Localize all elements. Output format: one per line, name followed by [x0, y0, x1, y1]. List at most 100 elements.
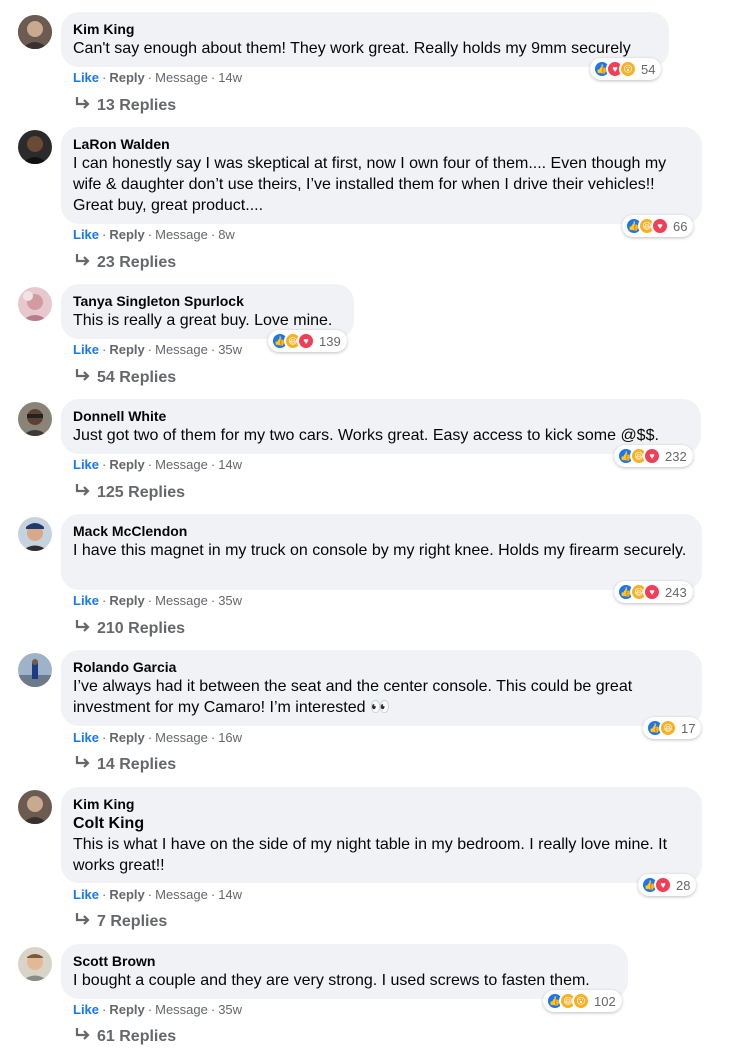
reply-arrow-icon [75, 96, 91, 116]
haha-reaction-icon: 😆 [659, 719, 677, 737]
avatar[interactable] [18, 130, 52, 164]
message-button[interactable]: Message [155, 730, 208, 745]
reply-button[interactable]: Reply [109, 887, 144, 902]
wow-reaction-icon: 😮 [619, 60, 637, 78]
reactions-summary[interactable]: 👍 ♥ 😮 54 [590, 58, 662, 80]
reply-button[interactable]: Reply [109, 1002, 144, 1017]
comment-actions: Like · Reply · Message · 14w [73, 70, 243, 85]
comment-actions: Like · Reply · Message · 16w [73, 730, 243, 745]
wow-reaction-icon: 😮 [572, 992, 590, 1010]
message-button[interactable]: Message [155, 593, 208, 608]
comment-text: I can honestly say I was skeptical at fi… [73, 155, 667, 214]
comment-time[interactable]: 35w [218, 593, 242, 608]
comment-time[interactable]: 35w [218, 1002, 242, 1017]
reactions-summary[interactable]: 👍 😆 ♥ 243 [614, 581, 693, 603]
comment-author[interactable]: LaRon Walden [73, 135, 690, 153]
comment-text: I bought a couple and they are very stro… [73, 972, 590, 989]
comment-actions: Like · Reply · Message · 8w [73, 227, 235, 242]
reply-arrow-icon [75, 483, 91, 503]
like-button[interactable]: Like [73, 457, 99, 472]
message-button[interactable]: Message [155, 342, 208, 357]
comment-actions: Like · Reply · Message · 35w [73, 342, 243, 357]
reply-button[interactable]: Reply [109, 70, 144, 85]
comment-time[interactable]: 16w [218, 730, 242, 745]
comment-time[interactable]: 14w [218, 457, 242, 472]
like-button[interactable]: Like [73, 1002, 99, 1017]
reactions-summary[interactable]: 👍 ♥ 28 [638, 874, 697, 896]
like-button[interactable]: Like [73, 227, 99, 242]
message-button[interactable]: Message [155, 227, 208, 242]
reactions-summary[interactable]: 👍 😆 😮 102 [543, 990, 622, 1012]
avatar[interactable] [18, 517, 52, 551]
view-replies-link[interactable]: 125 Replies [75, 483, 185, 503]
avatar[interactable] [18, 790, 52, 824]
comment-bubble: Scott Brown I bought a couple and they a… [61, 944, 628, 999]
reply-button[interactable]: Reply [109, 730, 144, 745]
view-replies-link[interactable]: 23 Replies [75, 253, 176, 273]
avatar[interactable] [18, 287, 52, 321]
reaction-count: 28 [676, 877, 691, 893]
avatar[interactable] [18, 15, 52, 49]
avatar[interactable] [18, 402, 52, 436]
reply-arrow-icon [75, 912, 91, 932]
reaction-count: 139 [319, 333, 341, 349]
tagged-user[interactable]: Colt King [73, 813, 690, 834]
comment-time[interactable]: 14w [218, 70, 242, 85]
comment-time[interactable]: 35w [218, 342, 242, 357]
comment-text: This is really a great buy. Love mine. [73, 312, 333, 329]
comment-bubble: Mack McClendon I have this magnet in my … [61, 514, 702, 590]
like-button[interactable]: Like [73, 730, 99, 745]
comment-actions: Like · Reply · Message · 14w [73, 457, 243, 472]
view-replies-link[interactable]: 13 Replies [75, 96, 176, 116]
reactions-summary[interactable]: 👍 😆 ♥ 232 [614, 445, 693, 467]
reply-button[interactable]: Reply [109, 593, 144, 608]
comment-bubble: Kim King Can't say enough about them! Th… [61, 12, 669, 67]
comment-text: I’ve always had it between the seat and … [73, 678, 633, 716]
reactions-summary[interactable]: 👍 😆 ♥ 66 [622, 215, 694, 237]
reply-button[interactable]: Reply [109, 457, 144, 472]
like-button[interactable]: Like [73, 342, 99, 357]
reactions-summary[interactable]: 👍 😆 ♥ 139 [268, 330, 347, 352]
like-button[interactable]: Like [73, 593, 99, 608]
reply-arrow-icon [75, 755, 91, 775]
view-replies-link[interactable]: 14 Replies [75, 755, 176, 775]
comment-time[interactable]: 8w [218, 227, 235, 242]
avatar[interactable] [18, 653, 52, 687]
comment-author[interactable]: Scott Brown [73, 952, 616, 970]
reaction-count: 66 [673, 218, 688, 234]
comment-time[interactable]: 14w [218, 887, 242, 902]
reply-button[interactable]: Reply [109, 227, 144, 242]
comment-bubble: Donnell White Just got two of them for m… [61, 399, 701, 454]
message-button[interactable]: Message [155, 457, 208, 472]
comment-author[interactable]: Kim King [73, 20, 657, 38]
message-button[interactable]: Message [155, 1002, 208, 1017]
love-reaction-icon: ♥ [297, 332, 315, 350]
avatar[interactable] [18, 947, 52, 981]
like-button[interactable]: Like [73, 887, 99, 902]
view-replies-link[interactable]: 7 Replies [75, 912, 167, 932]
comment-author[interactable]: Tanya Singleton Spurlock [73, 292, 342, 310]
reaction-count: 243 [665, 584, 687, 600]
comment-author[interactable]: Donnell White [73, 407, 689, 425]
comment-author[interactable]: Rolando Garcia [73, 658, 690, 676]
message-button[interactable]: Message [155, 70, 208, 85]
view-replies-link[interactable]: 54 Replies [75, 368, 176, 388]
message-button[interactable]: Message [155, 887, 208, 902]
reaction-count: 102 [594, 993, 616, 1009]
comment-text: This is what I have on the side of my ni… [73, 836, 668, 874]
reply-arrow-icon [75, 1027, 91, 1047]
comment-bubble: LaRon Walden I can honestly say I was sk… [61, 127, 702, 224]
comment-author[interactable]: Mack McClendon [73, 522, 690, 540]
comment-bubble: Rolando Garcia I’ve always had it betwee… [61, 650, 702, 726]
reply-arrow-icon [75, 368, 91, 388]
comment-text: Can't say enough about them! They work g… [73, 40, 631, 57]
reactions-summary[interactable]: 👍 😆 17 [643, 717, 702, 739]
view-replies-link[interactable]: 61 Replies [75, 1027, 176, 1047]
view-replies-link[interactable]: 210 Replies [75, 619, 185, 639]
comment-text: I have this magnet in my truck on consol… [73, 542, 687, 559]
comment-actions: Like · Reply · Message · 35w [73, 1002, 243, 1017]
reply-button[interactable]: Reply [109, 342, 144, 357]
like-button[interactable]: Like [73, 70, 99, 85]
comment-text: Just got two of them for my two cars. Wo… [73, 427, 659, 444]
comment-author[interactable]: Kim King [73, 795, 690, 813]
